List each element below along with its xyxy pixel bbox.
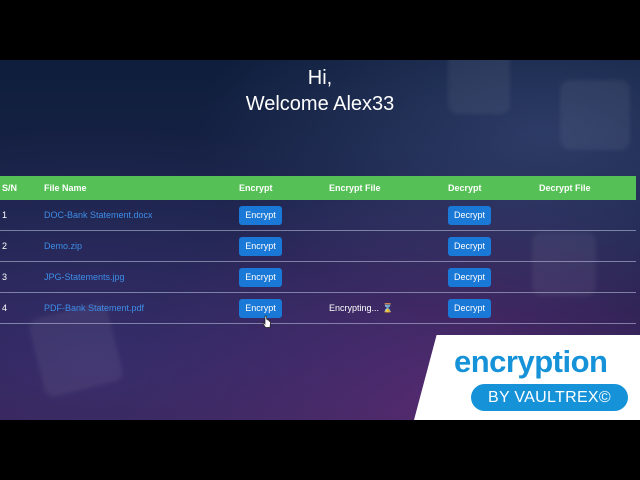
file-name-link[interactable]: PDF-Bank Statement.pdf [44, 293, 144, 323]
hourglass-icon: ⌛ [382, 302, 394, 313]
column-header-decrypt-file: Decrypt File [539, 183, 591, 193]
table-row: 3 JPG-Statements.jpg Encrypt Decrypt [0, 262, 636, 293]
decrypt-button[interactable]: Decrypt [448, 205, 491, 225]
files-table: S/N File Name Encrypt Encrypt File Decry… [0, 176, 636, 324]
table-row: 4 PDF-Bank Statement.pdf Encrypt Encrypt… [0, 293, 636, 324]
decrypt-button[interactable]: Decrypt [448, 236, 491, 256]
file-name-link[interactable]: Demo.zip [44, 231, 82, 261]
column-header-encrypt-file: Encrypt File [329, 183, 381, 193]
decrypt-button[interactable]: Decrypt [448, 267, 491, 287]
table-header: S/N File Name Encrypt Encrypt File Decry… [0, 176, 636, 200]
mouse-pointer-icon [262, 315, 271, 328]
column-header-decrypt: Decrypt [448, 183, 482, 193]
encrypting-status-text: Encrypting... [329, 303, 380, 313]
decrypt-button[interactable]: Decrypt [448, 298, 491, 318]
file-name-link[interactable]: JPG-Statements.jpg [44, 262, 125, 292]
row-number: 3 [2, 272, 8, 282]
column-header-encrypt: Encrypt [239, 183, 273, 193]
brand-wordmark: encryption [454, 344, 608, 379]
table-row: 2 Demo.zip Encrypt Decrypt [0, 231, 636, 262]
column-header-file-name: File Name [44, 183, 87, 193]
encrypt-button[interactable]: Encrypt [239, 205, 282, 225]
row-number: 4 [2, 303, 8, 313]
encrypt-status: Encrypting... ⌛ [329, 293, 393, 323]
brand-byline: BY VAULTREX© [471, 384, 628, 411]
letterbox-top [0, 0, 640, 60]
encrypt-button[interactable]: Encrypt [239, 267, 282, 287]
table-row: 1 DOC-Bank Statement.docx Encrypt Decryp… [0, 200, 636, 231]
encrypt-button[interactable]: Encrypt [239, 298, 282, 318]
column-header-sn: S/N [2, 183, 18, 193]
letterbox-bottom [0, 420, 640, 480]
row-number: 2 [2, 241, 8, 251]
row-number: 1 [2, 210, 8, 220]
file-name-link[interactable]: DOC-Bank Statement.docx [44, 200, 153, 230]
encrypt-button[interactable]: Encrypt [239, 236, 282, 256]
welcome-heading: Welcome Alex33 [245, 93, 395, 115]
greeting-text: Hi, [307, 67, 333, 89]
